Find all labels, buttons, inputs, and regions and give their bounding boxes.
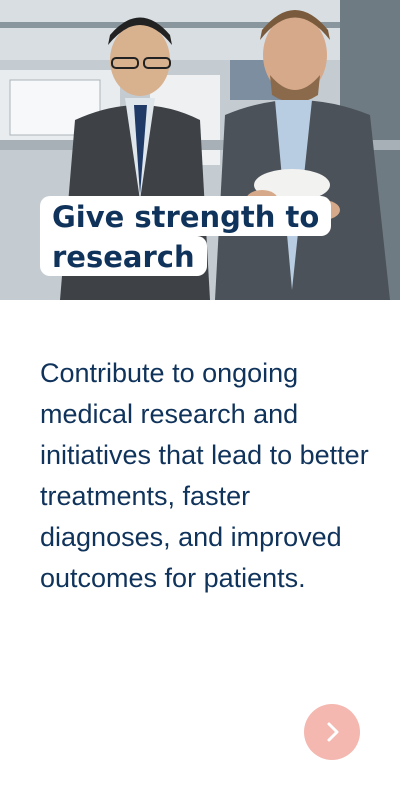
- headline-line-1: Give strength to: [40, 196, 332, 236]
- headline-line-2: research: [40, 236, 207, 276]
- next-button[interactable]: [304, 704, 360, 760]
- headline: Give strength to research: [40, 196, 332, 276]
- chevron-right-icon: [327, 722, 339, 742]
- hero-image: Give strength to research: [0, 0, 400, 300]
- description-text: Contribute to ongoing medical research a…: [40, 358, 369, 593]
